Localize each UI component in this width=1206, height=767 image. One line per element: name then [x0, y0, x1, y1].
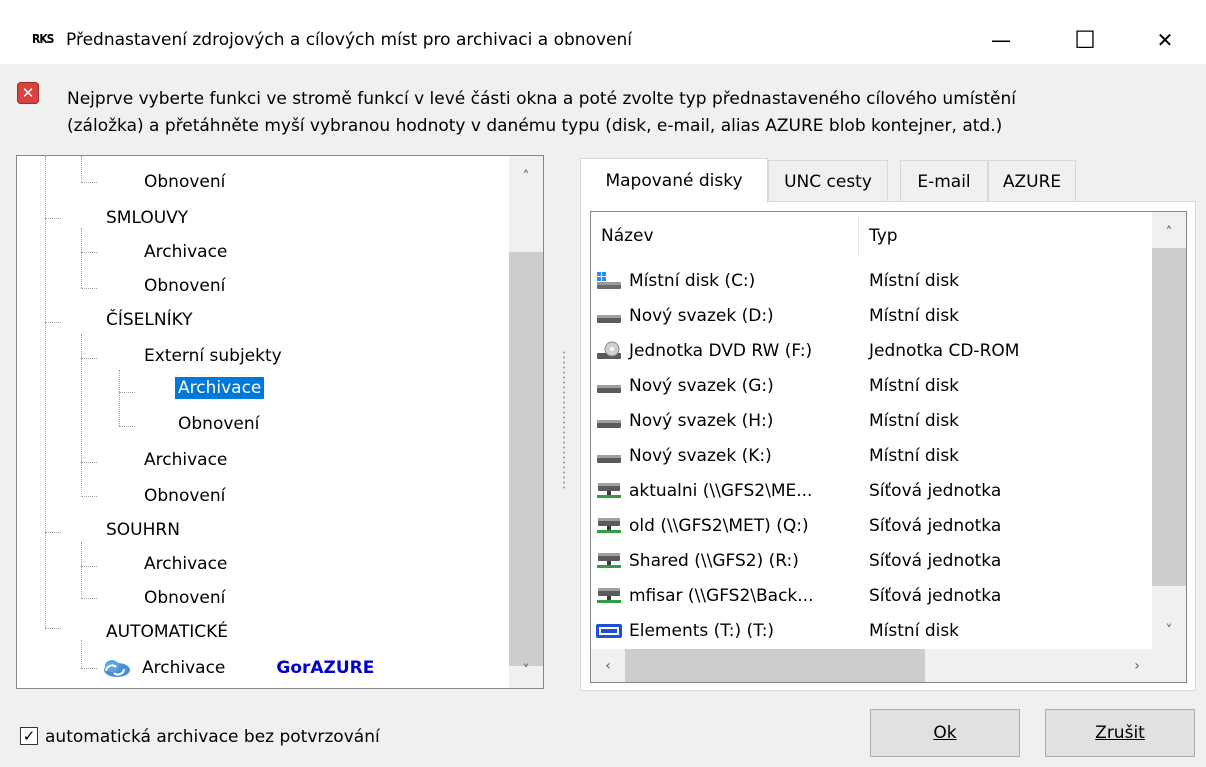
drive-icon: [597, 455, 621, 463]
tab-mapped-drives[interactable]: Mapované disky: [580, 158, 768, 203]
list-vertical-scrollbar[interactable]: ˄ ˅: [1152, 212, 1186, 649]
column-header-name[interactable]: Název: [591, 212, 858, 260]
maximize-button[interactable]: ☐: [1060, 18, 1110, 62]
network-drive-icon: [597, 518, 621, 533]
tree-item-selected[interactable]: Archivace: [175, 370, 265, 406]
tree-item[interactable]: Obnovení: [141, 164, 228, 200]
azure-tag: GorAZURE: [276, 658, 375, 678]
function-tree[interactable]: Obnovení SMLOUVY Archivace Obnovení ČÍSE…: [16, 155, 544, 689]
wd-drive-icon: [596, 624, 622, 638]
list-item[interactable]: Nový svazek (H:) Místní disk: [591, 404, 1151, 439]
close-icon: ✕: [1156, 28, 1174, 52]
scroll-right-icon[interactable]: ›: [1120, 651, 1154, 681]
error-icon: ✕: [17, 82, 39, 104]
list-item[interactable]: aktualni (\\GFS2\ME... Síťová jednotka: [591, 474, 1151, 509]
list-item[interactable]: Nový svazek (G:) Místní disk: [591, 369, 1151, 404]
cancel-button[interactable]: Zrušit: [1045, 709, 1195, 757]
tree-item[interactable]: Obnovení: [175, 406, 262, 442]
close-button[interactable]: ✕: [1140, 18, 1190, 62]
list-item[interactable]: old (\\GFS2\MET) (Q:) Síťová jednotka: [591, 509, 1151, 544]
tree-item[interactable]: Archivace: [141, 546, 230, 582]
cloud-sync-icon: [104, 660, 130, 677]
tree-item[interactable]: Obnovení: [141, 478, 228, 514]
drive-list[interactable]: Název Typ Místní disk (C:) Místní disk N…: [590, 211, 1187, 683]
list-item[interactable]: Jednotka DVD RW (F:) Jednotka CD-ROM: [591, 334, 1151, 369]
network-drive-icon: [597, 588, 621, 603]
maximize-icon: ☐: [1074, 26, 1096, 54]
tree-item[interactable]: Obnovení: [141, 580, 228, 616]
scroll-left-icon[interactable]: ‹: [591, 651, 625, 681]
scroll-down-icon[interactable]: ˅: [509, 656, 543, 686]
list-horizontal-scrollbar[interactable]: ‹ ›: [591, 649, 1154, 682]
tab-panel: Název Typ Místní disk (C:) Místní disk N…: [580, 201, 1196, 691]
tree-item-azure[interactable]: Archivace GorAZURE: [97, 650, 374, 686]
list-item[interactable]: Shared (\\GFS2) (R:) Síťová jednotka: [591, 544, 1151, 579]
tree-item[interactable]: Archivace: [141, 234, 230, 270]
tree-item[interactable]: SOUHRN: [103, 512, 183, 548]
tree-item[interactable]: Externí subjekty: [141, 338, 285, 374]
minimize-button[interactable]: —: [976, 18, 1026, 62]
scroll-down-icon[interactable]: ˅: [1152, 616, 1186, 646]
checkmark-icon: ✓: [22, 726, 36, 745]
drive-icon: [597, 420, 621, 428]
dvd-drive-icon: [597, 341, 621, 359]
tab-email[interactable]: E-mail: [900, 160, 988, 203]
app-icon: RKS: [32, 32, 54, 46]
tree-item[interactable]: ČÍSELNÍKY: [103, 302, 196, 338]
scroll-up-icon[interactable]: ˄: [1152, 218, 1186, 248]
scroll-up-icon[interactable]: ˄: [509, 162, 543, 192]
title-bar: RKS Přednastavení zdrojových a cílových …: [0, 0, 1206, 64]
tree-item[interactable]: AUTOMATICKÉ: [103, 614, 231, 650]
minimize-icon: —: [991, 28, 1011, 52]
network-drive-icon: [597, 553, 621, 568]
scroll-corner: [1152, 649, 1186, 682]
scroll-thumb[interactable]: [509, 252, 543, 666]
column-header-type[interactable]: Typ: [859, 212, 1149, 260]
drive-icon: [597, 315, 621, 323]
tree-item[interactable]: Archivace: [141, 442, 230, 478]
scroll-thumb[interactable]: [625, 649, 925, 682]
info-text-line-1: Nejprve vyberte funkci ve stromě funkcí …: [67, 89, 1016, 109]
list-item[interactable]: Nový svazek (D:) Místní disk: [591, 299, 1151, 334]
auto-archive-checkbox[interactable]: ✓: [20, 727, 38, 745]
list-item[interactable]: Místní disk (C:) Místní disk: [591, 264, 1151, 299]
tree-item[interactable]: SMLOUVY: [103, 200, 191, 236]
window-title: Přednastavení zdrojových a cílových míst…: [66, 30, 632, 50]
info-text-line-2: (záložka) a přetáhněte myší vybranou hod…: [67, 116, 1003, 136]
scroll-thumb[interactable]: [1152, 248, 1186, 586]
splitter-handle[interactable]: [561, 350, 567, 490]
list-item[interactable]: mfisar (\\GFS2\Back... Síťová jednotka: [591, 579, 1151, 614]
drive-icon: [597, 385, 621, 393]
windows-drive-icon: [597, 272, 621, 289]
ok-button[interactable]: Ok: [870, 709, 1020, 757]
tree-item[interactable]: Obnovení: [141, 268, 228, 304]
tab-unc-paths[interactable]: UNC cesty: [768, 160, 888, 203]
list-item[interactable]: Elements (T:) (T:) Místní disk: [591, 614, 1151, 649]
auto-archive-label[interactable]: automatická archivace bez potvrzování: [45, 727, 380, 747]
tab-azure[interactable]: AZURE: [988, 160, 1076, 203]
tree-vertical-scrollbar[interactable]: ˄ ˅: [509, 156, 543, 688]
list-item[interactable]: Nový svazek (K:) Místní disk: [591, 439, 1151, 474]
network-drive-icon: [597, 483, 621, 498]
